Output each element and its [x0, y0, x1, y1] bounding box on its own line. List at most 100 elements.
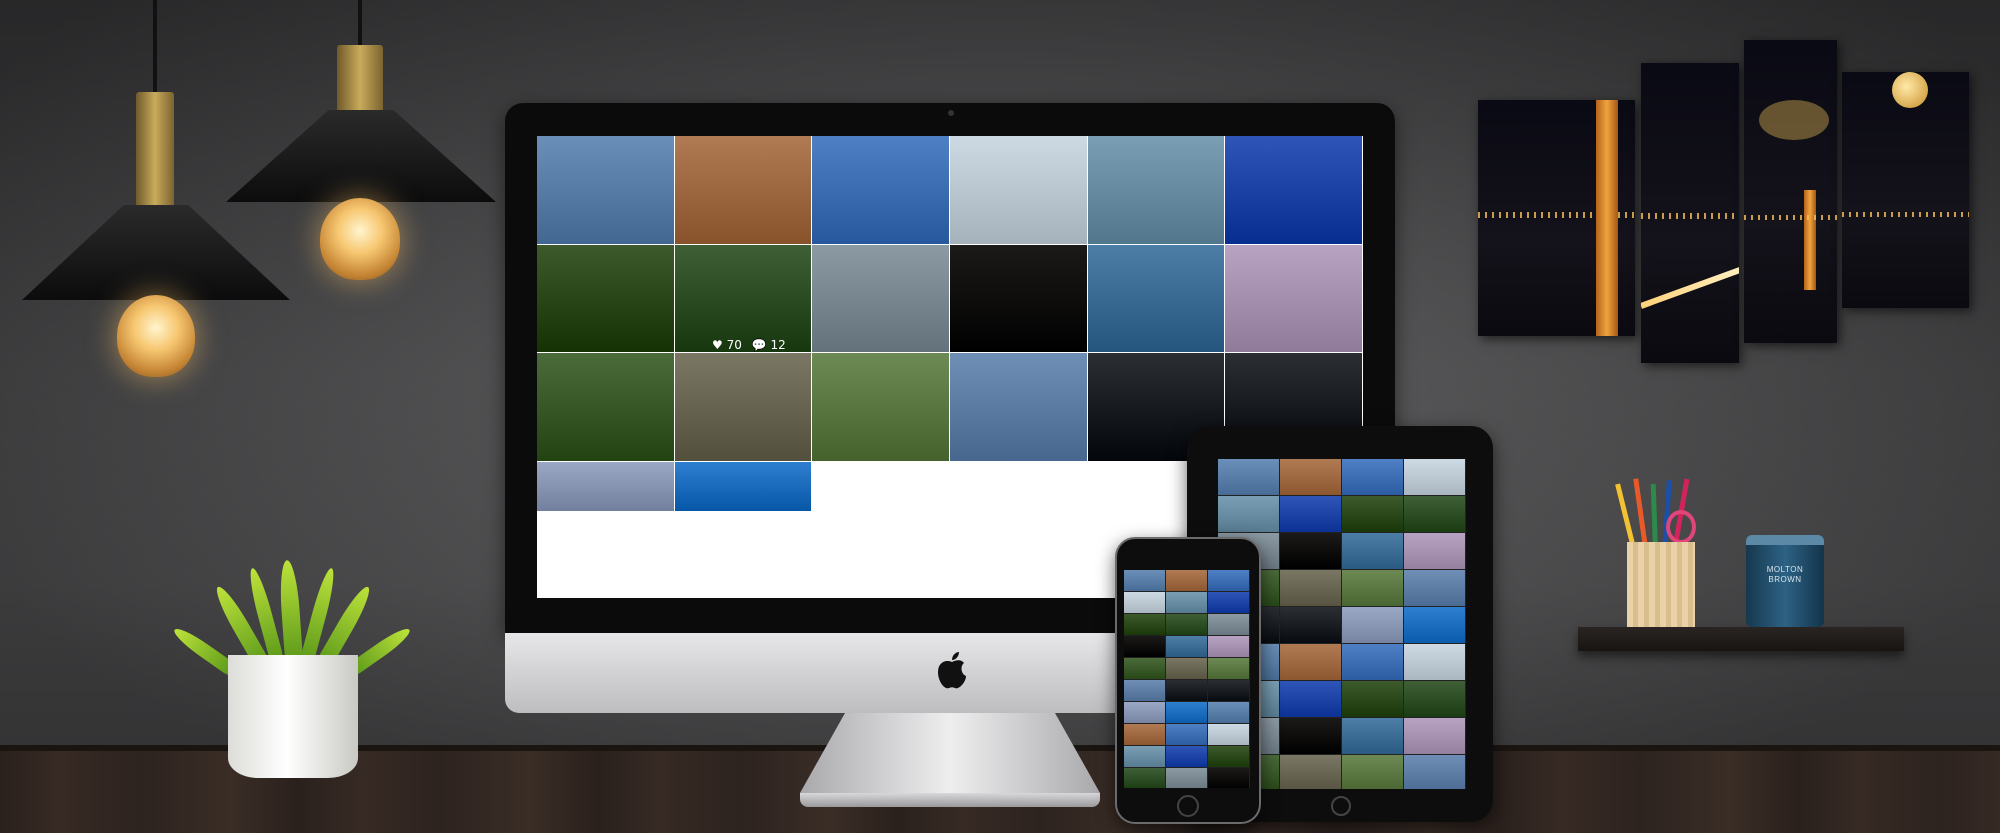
ipad-home-button: [1331, 796, 1351, 816]
photo-thumbnail[interactable]: [674, 353, 812, 462]
photo-thumbnail[interactable]: [1208, 658, 1249, 679]
photo-thumbnail[interactable]: [1404, 681, 1465, 717]
photo-thumbnail[interactable]: [1166, 702, 1207, 723]
photo-thumbnail[interactable]: [1166, 614, 1207, 635]
photo-thumbnail[interactable]: [1404, 607, 1465, 643]
photo-thumbnail[interactable]: [1280, 533, 1341, 569]
photo-thumbnail[interactable]: [1166, 592, 1207, 613]
photo-thumbnail[interactable]: [1342, 718, 1403, 754]
iphone-home-button: [1177, 795, 1199, 817]
photo-thumbnail[interactable]: [1124, 746, 1165, 767]
photo-thumbnail[interactable]: [1208, 768, 1249, 788]
photo-thumbnail[interactable]: [1218, 459, 1279, 495]
photo-thumbnail[interactable]: [1342, 681, 1403, 717]
photo-thumbnail[interactable]: [1342, 459, 1403, 495]
photo-thumbnail[interactable]: [1124, 702, 1165, 723]
photo-thumbnail[interactable]: [1124, 636, 1165, 657]
photo-thumbnail[interactable]: [674, 462, 812, 512]
photo-thumbnail[interactable]: [812, 136, 949, 244]
photo-thumbnail[interactable]: [950, 244, 1087, 353]
photo-thumbnail[interactable]: [1124, 570, 1165, 591]
art-panel-3: [1744, 40, 1837, 343]
photo-thumbnail[interactable]: [1166, 746, 1207, 767]
photo-thumbnail[interactable]: [1280, 607, 1341, 643]
photo-thumbnail[interactable]: [1087, 136, 1225, 244]
photo-thumbnail[interactable]: [1124, 614, 1165, 635]
photo-thumbnail[interactable]: [1208, 746, 1249, 767]
photo-thumbnail[interactable]: [1280, 644, 1341, 680]
photo-thumbnail[interactable]: [1404, 496, 1465, 532]
photo-thumbnail[interactable]: [1208, 592, 1249, 613]
photo-thumbnail[interactable]: [812, 353, 949, 462]
wooden-pencil-cup: [1627, 542, 1695, 627]
scissors-icon: [1666, 510, 1696, 544]
photo-thumbnail[interactable]: [537, 353, 674, 462]
photo-thumbnail[interactable]: [1404, 533, 1465, 569]
photo-thumbnail[interactable]: [1124, 592, 1165, 613]
camera-icon: [948, 110, 954, 116]
photo-thumbnail[interactable]: [1166, 658, 1207, 679]
lamp-cord: [153, 0, 157, 95]
photo-thumbnail[interactable]: [1166, 636, 1207, 657]
photo-thumbnail[interactable]: [1280, 755, 1341, 789]
photo-thumbnail[interactable]: [1218, 496, 1279, 532]
photo-thumbnail[interactable]: [1208, 702, 1249, 723]
photo-thumbnail[interactable]: [1124, 680, 1165, 701]
art-panel-4: [1842, 72, 1969, 308]
photo-thumbnail[interactable]: [1208, 570, 1249, 591]
imac-base: [800, 793, 1100, 807]
like-count: 70: [726, 338, 742, 352]
photo-thumbnail[interactable]: [1404, 644, 1465, 680]
photo-thumbnail[interactable]: [1342, 644, 1403, 680]
photo-thumbnail[interactable]: [1124, 768, 1165, 788]
photo-thumbnail[interactable]: [1208, 680, 1249, 701]
candle-rim: [1746, 535, 1824, 545]
light-bulb-icon: [117, 295, 195, 377]
photo-thumbnail[interactable]: [1342, 570, 1403, 606]
photo-thumbnail[interactable]: [1208, 614, 1249, 635]
photo-thumbnail[interactable]: [1225, 136, 1362, 244]
photo-thumbnail[interactable]: [674, 136, 812, 244]
candle-brand-line1: MOLTON: [1766, 565, 1804, 574]
comment-count: 12: [770, 338, 786, 352]
photo-thumbnail[interactable]: [674, 244, 812, 353]
photo-thumbnail[interactable]: [537, 462, 674, 512]
photo-thumbnail[interactable]: [1208, 636, 1249, 657]
photo-thumbnail[interactable]: [1404, 755, 1465, 789]
comment-icon: 💬: [751, 338, 767, 352]
photo-thumbnail[interactable]: [1124, 724, 1165, 745]
photo-thumbnail[interactable]: [1342, 607, 1403, 643]
photo-thumbnail[interactable]: [812, 244, 949, 353]
photo-thumbnail[interactable]: [1166, 724, 1207, 745]
candle-brand-line2: BROWN: [1768, 575, 1802, 584]
photo-thumbnail[interactable]: [1166, 680, 1207, 701]
art-panel-2: [1641, 63, 1739, 363]
photo-thumbnail[interactable]: [1124, 658, 1165, 679]
photo-thumbnail[interactable]: [1404, 718, 1465, 754]
light-bulb-icon: [320, 198, 400, 280]
plant-pot: [228, 655, 358, 778]
lamp-socket: [337, 45, 383, 115]
photo-thumbnail[interactable]: [1225, 244, 1362, 353]
photo-stats-overlay: ♥ 70 💬 12: [712, 338, 786, 352]
photo-thumbnail[interactable]: [1342, 755, 1403, 789]
photo-thumbnail[interactable]: [950, 136, 1087, 244]
photo-thumbnail[interactable]: [1280, 718, 1341, 754]
photo-thumbnail[interactable]: [1280, 681, 1341, 717]
photo-thumbnail[interactable]: [1166, 570, 1207, 591]
photo-thumbnail[interactable]: [1208, 724, 1249, 745]
photo-thumbnail[interactable]: [537, 136, 674, 244]
photo-thumbnail[interactable]: [1342, 496, 1403, 532]
photo-thumbnail[interactable]: [537, 244, 674, 353]
lamp-socket: [136, 92, 174, 210]
photo-thumbnail[interactable]: [950, 353, 1087, 462]
photo-thumbnail[interactable]: [1404, 459, 1465, 495]
photo-thumbnail[interactable]: [1404, 570, 1465, 606]
apple-logo-icon: [935, 650, 969, 690]
photo-thumbnail[interactable]: [1280, 459, 1341, 495]
photo-thumbnail[interactable]: [1280, 570, 1341, 606]
photo-thumbnail[interactable]: [1342, 533, 1403, 569]
photo-thumbnail[interactable]: [1087, 244, 1225, 353]
photo-thumbnail[interactable]: [1166, 768, 1207, 788]
photo-thumbnail[interactable]: [1280, 496, 1341, 532]
